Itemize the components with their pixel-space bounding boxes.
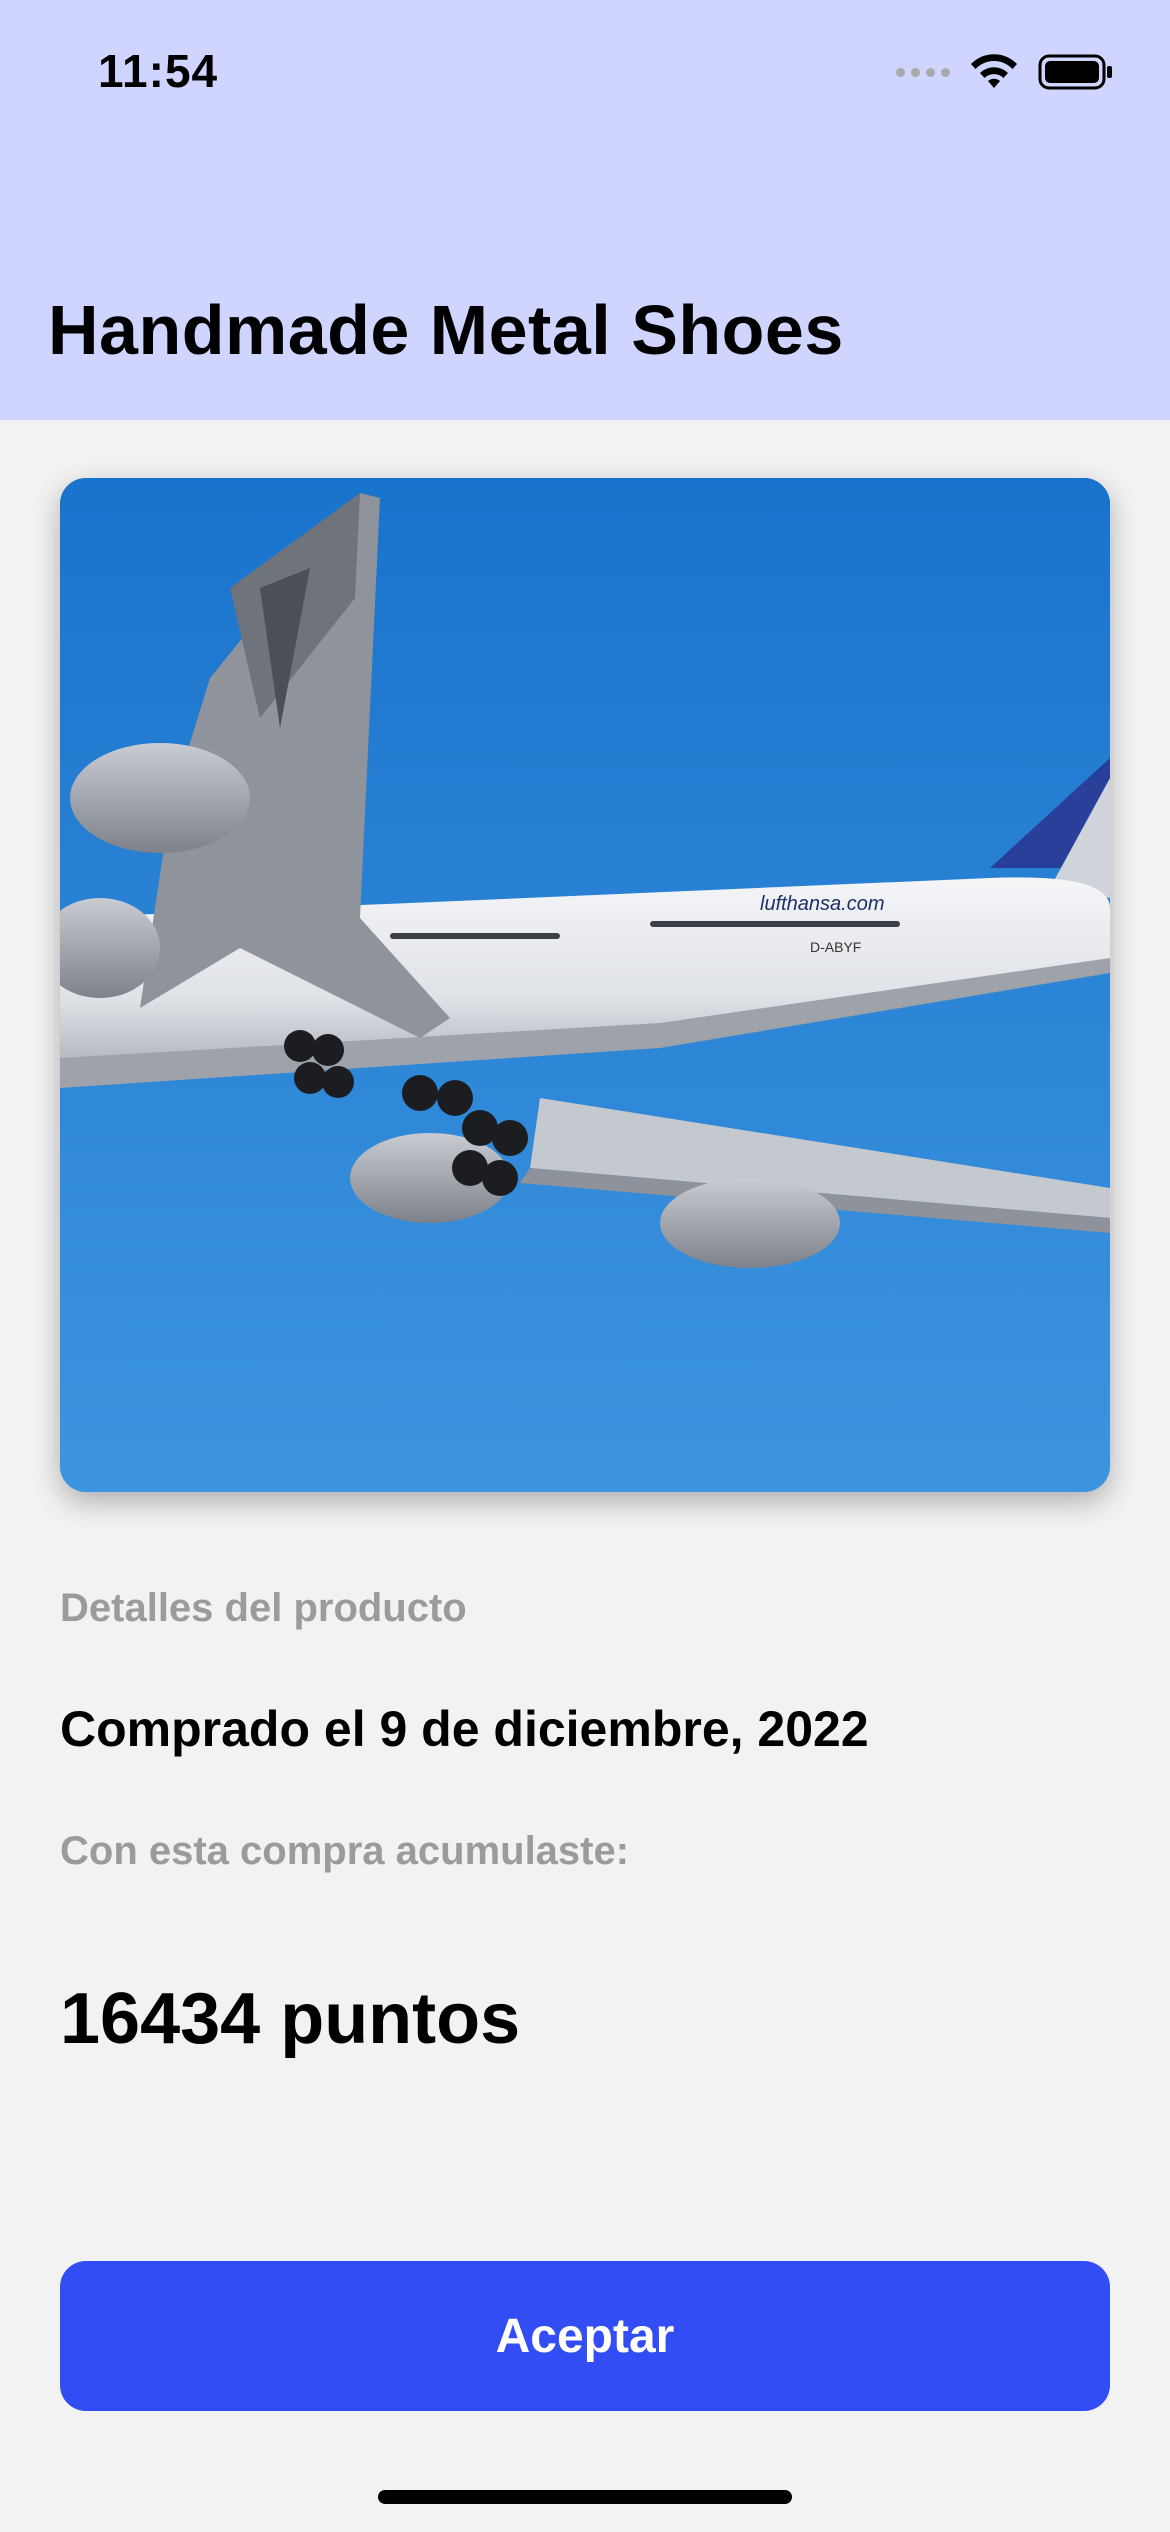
home-indicator[interactable] (378, 2490, 792, 2504)
header: 11:54 Handmade Metal Shoes (0, 0, 1170, 420)
product-image: lufthansa.com D-ABYF (60, 478, 1110, 1492)
cellular-signal-icon (896, 67, 950, 77)
page-title: Handmade Metal Shoes (48, 291, 844, 369)
battery-icon (1038, 54, 1112, 90)
airline-text: lufthansa.com (760, 893, 885, 915)
purchase-date: Comprado el 9 de diciembre, 2022 (60, 1701, 869, 1757)
accumulated-label: Con esta compra acumulaste: (60, 1829, 630, 1873)
registration-text: D-ABYF (810, 939, 861, 955)
airplane-image: lufthansa.com D-ABYF (60, 478, 1110, 1492)
accept-button[interactable]: Aceptar (60, 2261, 1110, 2411)
status-time: 11:54 (98, 45, 219, 97)
status-icons (896, 52, 1114, 92)
points-value: 16434 puntos (60, 1979, 521, 2059)
wifi-icon (971, 54, 1017, 88)
product-detail-screen: 11:54 Handmade Metal Shoes lufthansa.com… (0, 0, 1170, 2532)
details-section-label: Detalles del producto (60, 1586, 467, 1630)
